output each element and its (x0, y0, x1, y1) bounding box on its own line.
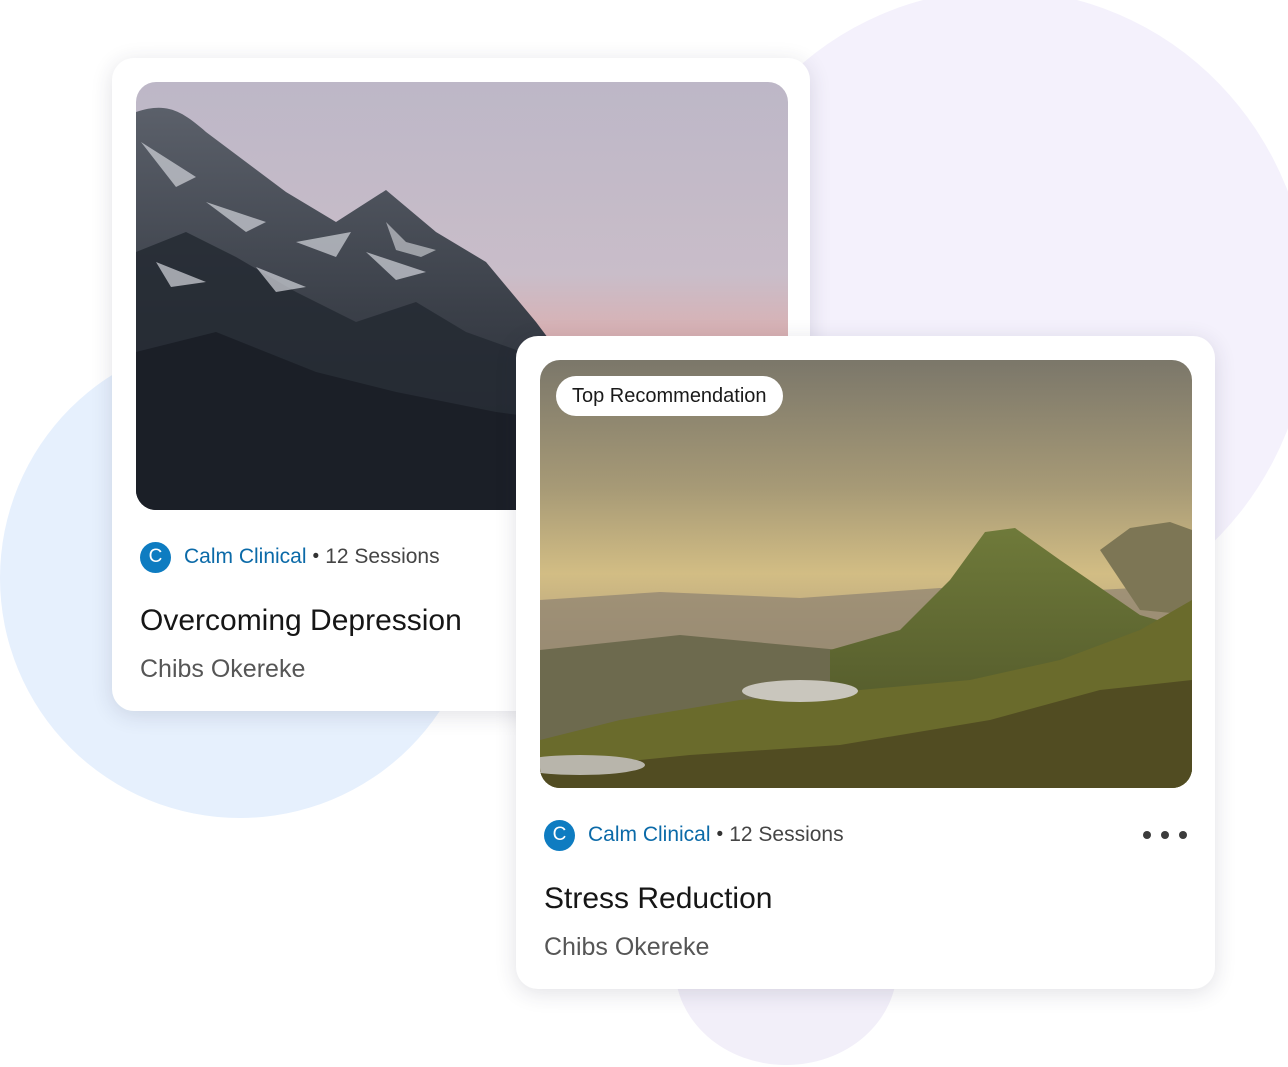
more-horizontal-icon[interactable] (1143, 822, 1187, 848)
more-dot (1179, 831, 1187, 839)
session-count: 12 Sessions (325, 545, 440, 568)
program-title[interactable]: Stress Reduction (544, 882, 772, 916)
meta-separator: • (716, 824, 724, 845)
program-title[interactable]: Overcoming Depression (140, 604, 462, 638)
program-card-stress-reduction[interactable]: Top Recommendation C Calm Clinical • 12 … (516, 336, 1215, 989)
program-meta: C Calm Clinical • 12 Sessions (544, 819, 844, 851)
provider-logo-icon: C (544, 819, 575, 851)
top-recommendation-badge: Top Recommendation (556, 376, 783, 416)
more-dot (1143, 831, 1151, 839)
session-count: 12 Sessions (729, 823, 844, 846)
meta-separator: • (312, 546, 320, 567)
program-meta: C Calm Clinical • 12 Sessions (140, 541, 440, 573)
provider-link[interactable]: Calm Clinical (588, 823, 711, 847)
more-dot (1161, 831, 1169, 839)
program-cover-image: Top Recommendation (540, 360, 1192, 788)
program-author: Chibs Okereke (544, 933, 710, 961)
provider-link[interactable]: Calm Clinical (184, 545, 307, 569)
provider-logo-icon: C (140, 541, 171, 573)
program-author: Chibs Okereke (140, 655, 306, 683)
